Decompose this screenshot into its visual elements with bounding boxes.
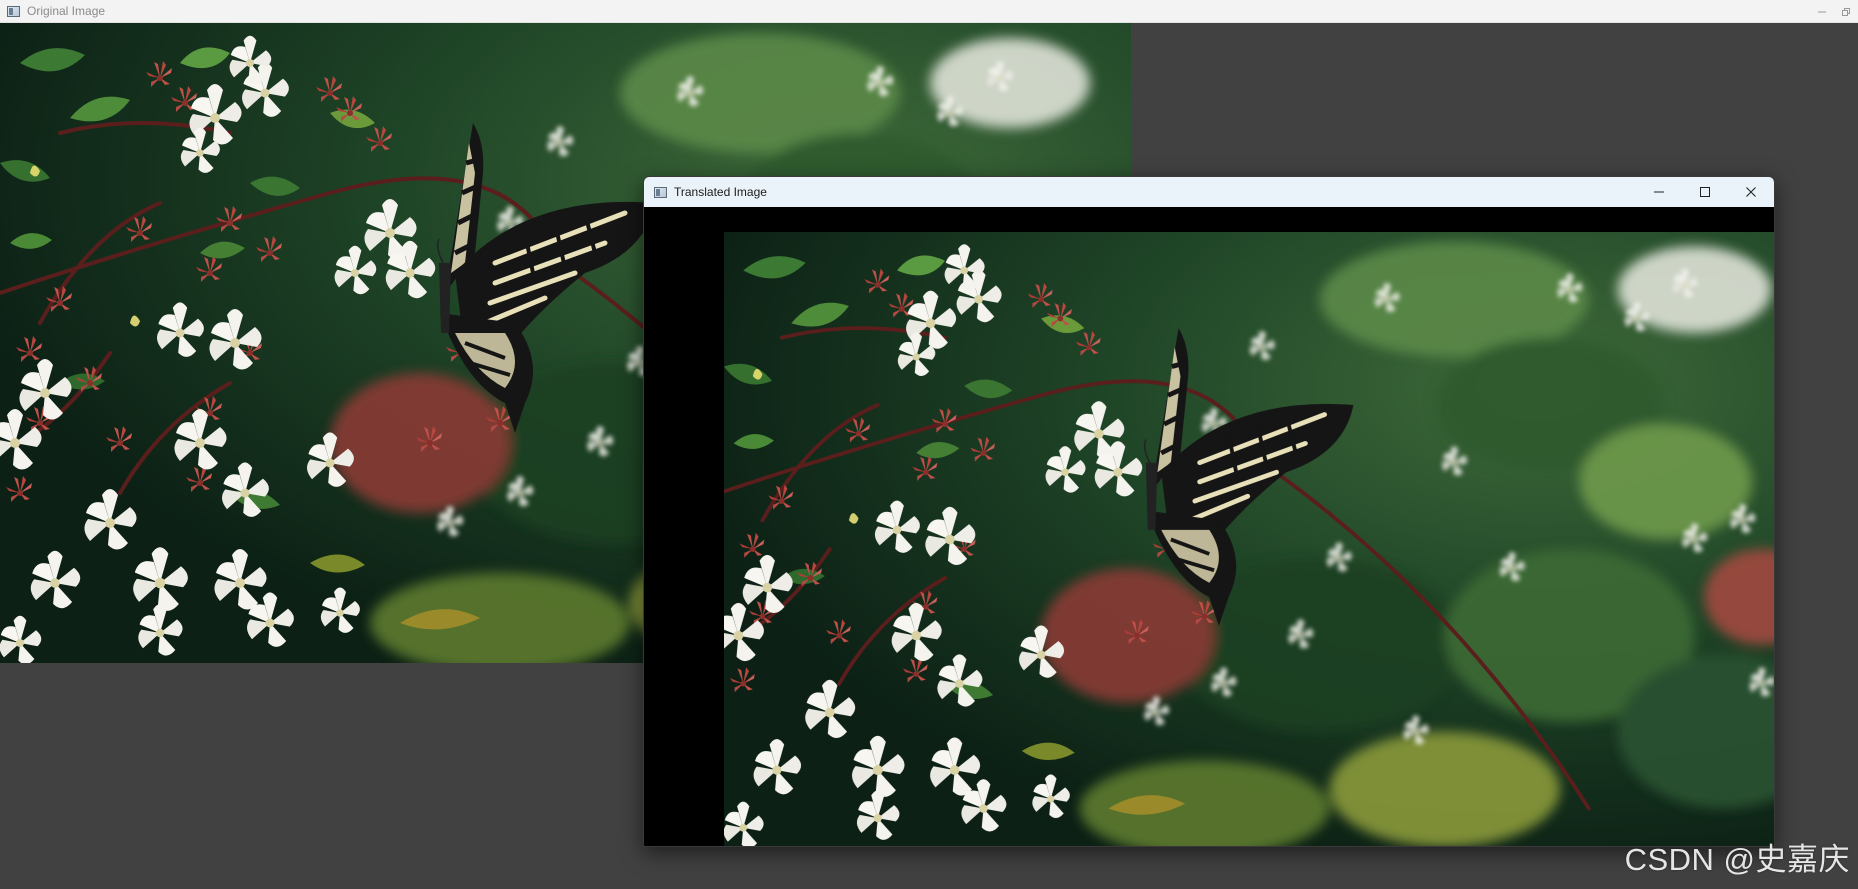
restore-icon bbox=[1842, 7, 1850, 16]
translated-image-canvas bbox=[644, 207, 1774, 847]
minimize-icon bbox=[1818, 11, 1826, 12]
minimize-button[interactable] bbox=[1810, 0, 1834, 23]
desktop: Original Image Translated Image CSDN @史嘉… bbox=[0, 0, 1858, 889]
maximize-icon bbox=[1700, 187, 1710, 197]
minimize-icon bbox=[1654, 191, 1664, 193]
minimize-button[interactable] bbox=[1636, 177, 1682, 207]
translated-photo-region bbox=[724, 232, 1774, 847]
translated-window-title: Translated Image bbox=[674, 185, 767, 199]
translated-window-titlebar[interactable]: Translated Image bbox=[644, 177, 1774, 207]
translated-window-controls bbox=[1636, 177, 1774, 207]
original-window-titlebar[interactable]: Original Image bbox=[0, 0, 1858, 23]
close-button[interactable] bbox=[1728, 177, 1774, 207]
window-app-icon bbox=[7, 5, 20, 17]
maximize-button[interactable] bbox=[1682, 177, 1728, 207]
original-window-title: Original Image bbox=[27, 4, 106, 18]
original-window-controls bbox=[1810, 0, 1858, 22]
translated-image-window[interactable]: Translated Image bbox=[643, 176, 1775, 847]
translated-photo bbox=[724, 232, 1774, 847]
close-icon bbox=[1746, 187, 1756, 197]
csdn-watermark: CSDN @史嘉庆 bbox=[1624, 842, 1850, 877]
restore-button[interactable] bbox=[1834, 0, 1858, 23]
window-app-icon bbox=[654, 186, 667, 198]
